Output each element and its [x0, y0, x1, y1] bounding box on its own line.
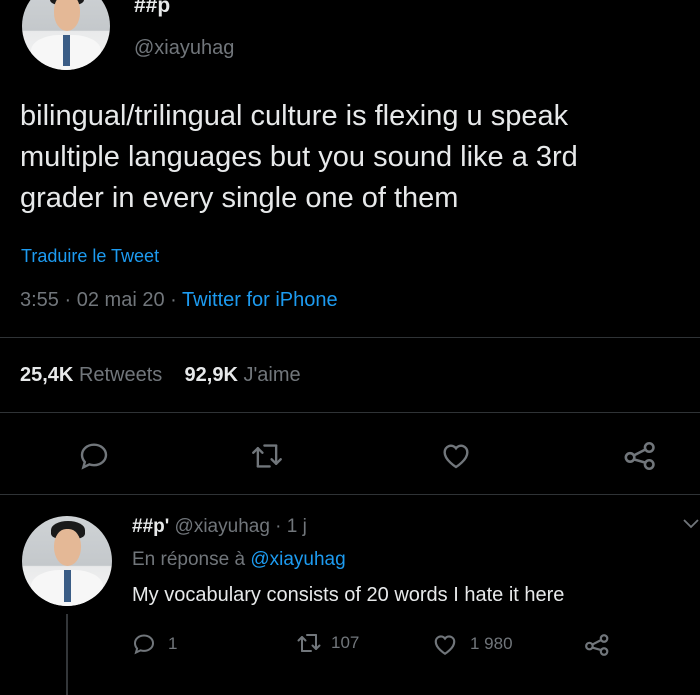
- reply-handle-time[interactable]: @xiayuhag · 1 j: [175, 516, 307, 537]
- in-reply-to: En réponse à @xiayuhag: [132, 549, 346, 571]
- divider: [0, 337, 700, 338]
- retweets-count: 25,4K: [20, 364, 74, 386]
- translate-tweet-link[interactable]: Traduire le Tweet: [21, 246, 159, 267]
- tweet-source[interactable]: Twitter for iPhone: [182, 289, 338, 311]
- tweet-stats: 25,4K Retweets 92,9K J'aime: [20, 364, 301, 387]
- thread-line: [66, 614, 68, 695]
- display-name[interactable]: ##p: [134, 0, 170, 18]
- reply-actions: 1 107 1 980: [132, 632, 632, 662]
- in-reply-prefix: En réponse à: [132, 549, 246, 570]
- separator: ·: [64, 289, 72, 311]
- tweet-text: bilingual/trilingual culture is flexing …: [20, 96, 690, 219]
- reply-display-name[interactable]: ##p': [132, 516, 169, 537]
- like-count: 1 980: [470, 634, 513, 653]
- retweet-count: 107: [331, 633, 360, 652]
- heart-icon[interactable]: [440, 440, 472, 470]
- reply-avatar[interactable]: [22, 516, 112, 606]
- likes-label: J'aime: [243, 364, 301, 386]
- share-icon[interactable]: [584, 633, 610, 657]
- chevron-down-icon[interactable]: [682, 518, 700, 530]
- share-icon[interactable]: [623, 440, 657, 472]
- tweet-time[interactable]: 3:55: [20, 289, 59, 311]
- reply-like-action[interactable]: 1 980: [432, 632, 513, 656]
- reply-count: 1: [168, 634, 178, 653]
- reply-text: My vocabulary consists of 20 words I hat…: [132, 584, 565, 606]
- tweet-text-line: bilingual/trilingual culture is flexing …: [20, 100, 569, 132]
- heart-icon: [432, 632, 458, 656]
- handle[interactable]: @xiayuhag: [134, 37, 234, 60]
- reply-icon: [132, 632, 156, 656]
- likes-count: 92,9K: [184, 364, 238, 386]
- reply-icon[interactable]: [78, 440, 110, 472]
- likes-stat[interactable]: 92,9K J'aime: [185, 364, 301, 386]
- retweets-stat[interactable]: 25,4K Retweets: [20, 364, 162, 386]
- in-reply-handle[interactable]: @xiayuhag: [250, 549, 345, 570]
- tweet-date[interactable]: 02 mai 20: [77, 289, 165, 311]
- reply-reply-action[interactable]: 1: [132, 632, 177, 656]
- reply-header: ##p' @xiayuhag · 1 j: [132, 516, 307, 538]
- retweets-label: Retweets: [78, 364, 163, 386]
- avatar[interactable]: [22, 0, 110, 70]
- tweet-meta: 3:55 · 02 mai 20 · Twitter for iPhone: [20, 289, 338, 312]
- divider: [0, 494, 700, 495]
- divider: [0, 412, 700, 413]
- separator: ·: [170, 289, 177, 311]
- reply-retweet-action[interactable]: 107: [296, 632, 359, 654]
- retweet-icon[interactable]: [250, 441, 284, 471]
- tweet-text-line: grader in every single one of them: [20, 182, 459, 214]
- retweet-icon: [296, 632, 322, 654]
- tweet-text-line: multiple languages but you sound like a …: [20, 141, 578, 173]
